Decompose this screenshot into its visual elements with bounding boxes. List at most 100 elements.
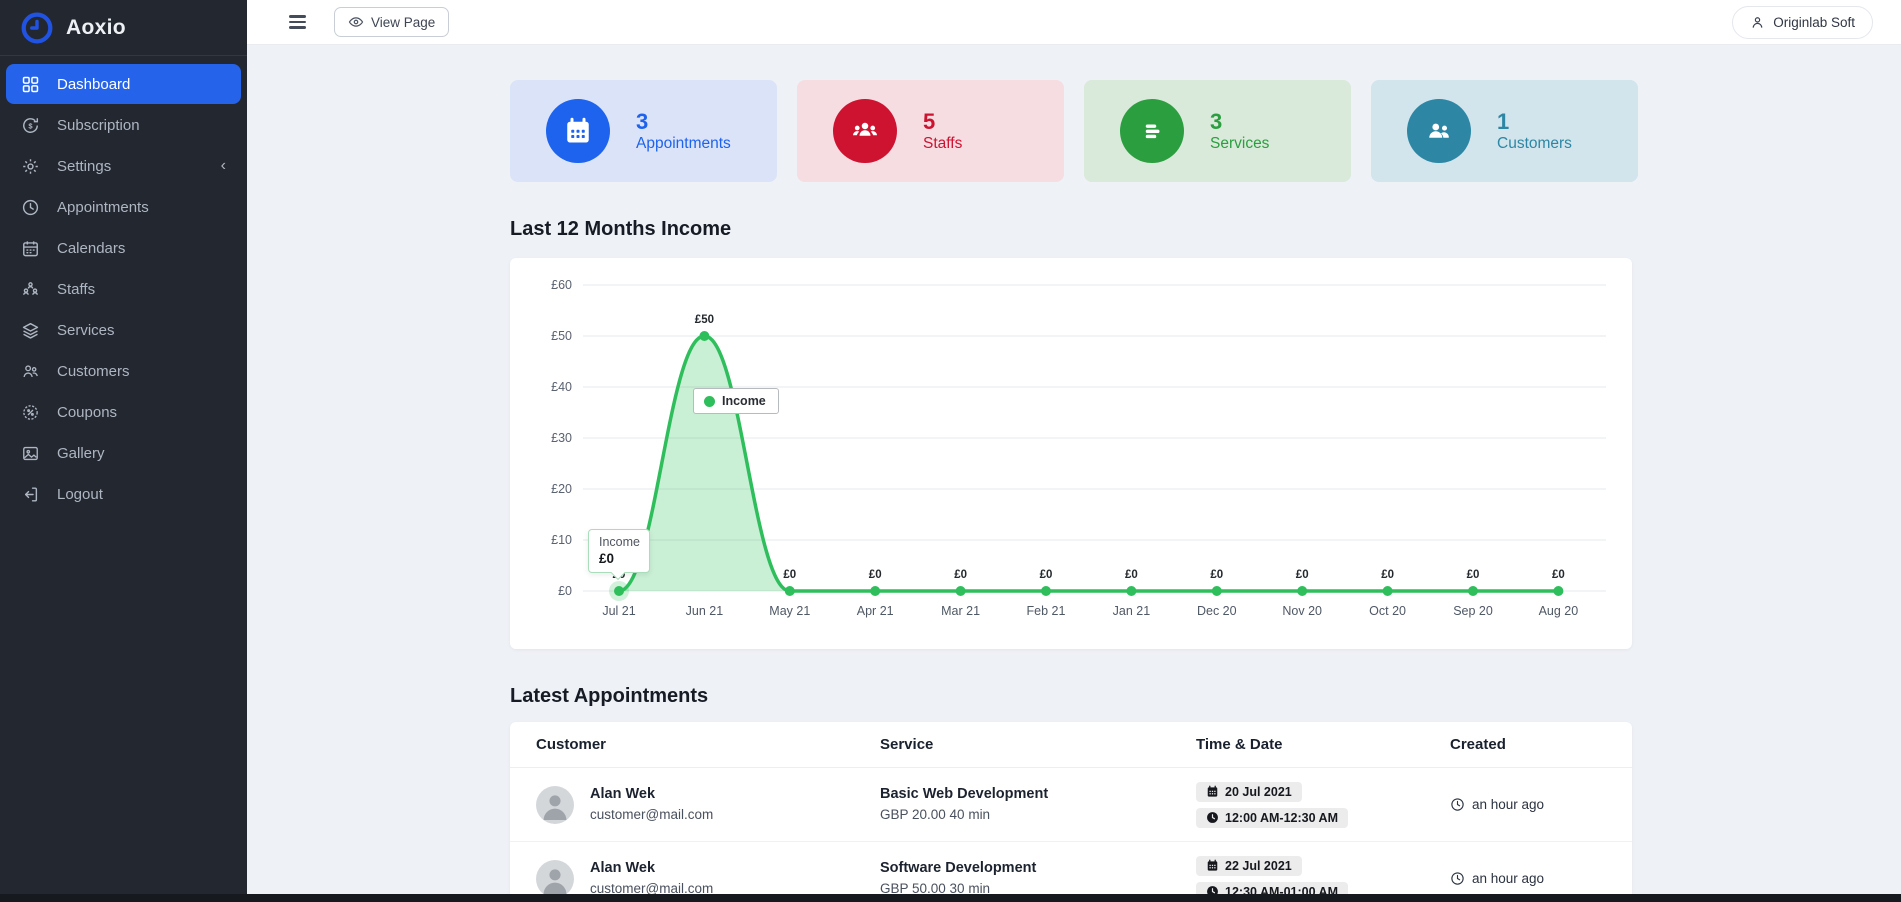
svg-text:£0: £0 (1040, 569, 1053, 581)
svg-text:$: $ (28, 121, 33, 130)
svg-text:May 21: May 21 (769, 604, 810, 618)
income-chart-svg: £0£10£20£30£40£50£60£0Jul 21£50Jun 21£0M… (510, 258, 1632, 649)
stat-label: Staffs (923, 135, 962, 153)
income-section-title: Last 12 Months Income (510, 218, 1638, 241)
horizontal-scrollbar[interactable] (0, 894, 1901, 902)
svg-text:Oct 20: Oct 20 (1369, 604, 1406, 618)
legend-income-label: Income (722, 394, 766, 408)
calendar-icon (1206, 785, 1219, 798)
app-window: Aoxio Dashboard $ Subscription Settings … (0, 0, 1901, 902)
table-header-row: Customer Service Time & Date Created (510, 722, 1632, 768)
svg-text:£10: £10 (551, 533, 572, 547)
appointment-date: 20 Jul 2021 (1225, 785, 1292, 799)
sidebar-item-coupons[interactable]: Coupons (6, 392, 241, 432)
view-page-button[interactable]: View Page (334, 7, 449, 37)
sidebar-item-calendars[interactable]: Calendars (6, 228, 241, 268)
sidebar-item-services[interactable]: Services (6, 310, 241, 350)
calendar-icon (1206, 859, 1219, 872)
sidebar-item-dashboard[interactable]: Dashboard (6, 64, 241, 104)
chart-legend[interactable]: Income (693, 388, 779, 414)
layers-icon (21, 321, 40, 340)
calendar-icon (563, 116, 593, 146)
svg-text:Apr 21: Apr 21 (857, 604, 894, 618)
account-label: Originlab Soft (1773, 15, 1855, 30)
customer-name: Alan Wek (590, 784, 713, 806)
subscription-refresh-icon: $ (21, 116, 40, 135)
clock-filled-icon (1206, 811, 1219, 824)
brand-logo[interactable]: Aoxio (0, 0, 247, 56)
stat-label: Services (1210, 135, 1269, 153)
hamburger-menu-icon[interactable] (287, 11, 308, 32)
legend-income-dot (704, 396, 715, 407)
tooltip-value: £0 (599, 551, 639, 566)
service-meta: GBP 20.00 40 min (880, 805, 1196, 825)
svg-text:£0: £0 (783, 569, 796, 581)
appointment-time: 12:00 AM-12:30 AM (1225, 811, 1338, 825)
staff-group-icon (21, 280, 40, 299)
sidebar-item-customers[interactable]: Customers (6, 351, 241, 391)
sidebar-item-label: Logout (57, 486, 103, 503)
stat-card-services: 3 Services (1084, 80, 1351, 182)
svg-text:£0: £0 (869, 569, 882, 581)
svg-text:Nov 20: Nov 20 (1282, 604, 1322, 618)
view-page-label: View Page (371, 15, 435, 30)
customer-email: customer@mail.com (590, 805, 713, 825)
column-header-created: Created (1450, 736, 1612, 753)
list-icon (1137, 116, 1167, 146)
logout-icon (21, 485, 40, 504)
sidebar-item-label: Gallery (57, 445, 105, 462)
service-name: Basic Web Development (880, 784, 1196, 806)
brand-name: Aoxio (66, 16, 126, 40)
svg-text:£0: £0 (1210, 569, 1223, 581)
appointments-table: Customer Service Time & Date Created Ala… (510, 722, 1632, 902)
svg-text:£0: £0 (558, 584, 572, 598)
clock-outline-icon (1450, 797, 1465, 812)
svg-text:Feb 21: Feb 21 (1027, 604, 1066, 618)
column-header-timedate: Time & Date (1196, 736, 1450, 753)
gear-icon (21, 157, 40, 176)
avatar (536, 786, 574, 824)
svg-text:£60: £60 (551, 278, 572, 292)
created-cell: an hour ago (1450, 797, 1612, 812)
chevron-left-icon[interactable]: ‹ (221, 158, 226, 174)
svg-text:Jan 21: Jan 21 (1113, 604, 1151, 618)
date-badge: 22 Jul 2021 (1196, 856, 1302, 876)
account-button[interactable]: Originlab Soft (1732, 6, 1873, 39)
column-header-customer: Customer (536, 736, 880, 753)
income-chart-card: £0£10£20£30£40£50£60£0Jul 21£50Jun 21£0M… (510, 258, 1632, 649)
dashboard-grid-icon (21, 75, 40, 94)
date-badge: 20 Jul 2021 (1196, 782, 1302, 802)
avatar (536, 860, 574, 898)
sidebar-item-label: Calendars (57, 240, 125, 257)
svg-text:£40: £40 (551, 380, 572, 394)
stat-value: 3 (636, 109, 731, 134)
stat-label: Appointments (636, 135, 731, 153)
svg-text:Dec 20: Dec 20 (1197, 604, 1237, 618)
svg-text:£0: £0 (1296, 569, 1309, 581)
sidebar-item-appointments[interactable]: Appointments (6, 187, 241, 227)
table-row: Alan Wek customer@mail.com Basic Web Dev… (510, 768, 1632, 842)
sidebar-item-label: Settings (57, 158, 111, 175)
sidebar-item-gallery[interactable]: Gallery (6, 433, 241, 473)
sidebar-item-staffs[interactable]: Staffs (6, 269, 241, 309)
appointment-date: 22 Jul 2021 (1225, 859, 1292, 873)
percent-badge-icon (21, 403, 40, 422)
sidebar-item-subscription[interactable]: $ Subscription (6, 105, 241, 145)
svg-text:£0: £0 (1467, 569, 1480, 581)
svg-text:Jul 21: Jul 21 (602, 604, 635, 618)
svg-text:£50: £50 (551, 329, 572, 343)
time-badge: 12:00 AM-12:30 AM (1196, 808, 1348, 828)
person-icon (1750, 15, 1765, 30)
stat-card-customers: 1 Customers (1371, 80, 1638, 182)
sidebar-item-label: Appointments (57, 199, 149, 216)
created-text: an hour ago (1472, 797, 1544, 812)
sidebar-item-logout[interactable]: Logout (6, 474, 241, 514)
main-content: 3 Appointments 5 Staffs (247, 45, 1901, 902)
sidebar-item-label: Coupons (57, 404, 117, 421)
sidebar-item-label: Staffs (57, 281, 95, 298)
sidebar-item-settings[interactable]: Settings ‹ (6, 146, 241, 186)
two-users-icon (1424, 116, 1454, 146)
eye-icon (348, 14, 364, 30)
two-users-icon (21, 362, 40, 381)
svg-text:£0: £0 (954, 569, 967, 581)
